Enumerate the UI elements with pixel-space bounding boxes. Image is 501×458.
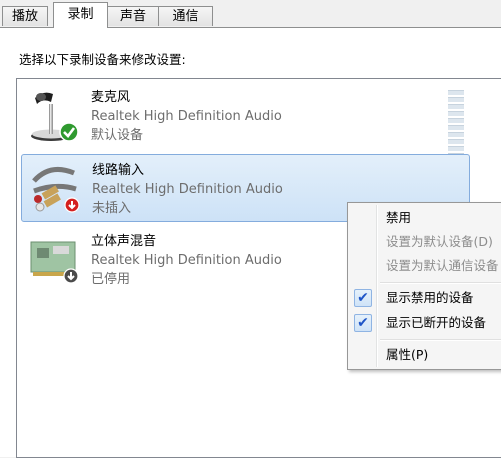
- device-name: 立体声混音: [91, 234, 157, 249]
- menu-item-disable[interactable]: 禁用: [350, 207, 501, 229]
- level-meter: [448, 90, 464, 158]
- checkmark-icon: ✔: [354, 314, 372, 332]
- menu-item-properties[interactable]: 属性(P): [350, 344, 501, 366]
- checkmark-icon: ✔: [354, 289, 372, 307]
- menu-item-show-disabled[interactable]: ✔ 显示禁用的设备: [350, 287, 501, 309]
- tab-playback[interactable]: 播放: [2, 6, 48, 26]
- menu-item-label: 设置为默认设备(D): [386, 234, 493, 249]
- unplugged-arrow-icon: [64, 197, 80, 213]
- tab-strip: 播放 录制 声音 通信: [0, 0, 501, 28]
- device-driver: Realtek High Definition Audio: [91, 109, 282, 124]
- menu-item-label: 属性(P): [386, 347, 429, 362]
- tab-recording[interactable]: 录制: [53, 2, 108, 28]
- menu-separator: [380, 339, 501, 341]
- disabled-arrow-icon: [63, 268, 79, 284]
- menu-item-label: 设置为默认通信设备: [386, 258, 499, 273]
- context-menu: 禁用 设置为默认设备(D) 设置为默认通信设备 ✔ 显示禁用的设备 ✔ 显示已断…: [347, 202, 501, 370]
- device-driver: Realtek High Definition Audio: [92, 182, 283, 197]
- menu-item-set-default[interactable]: 设置为默认设备(D): [350, 231, 501, 253]
- menu-separator: [380, 282, 501, 284]
- menu-item-label: 显示禁用的设备: [386, 290, 474, 305]
- menu-gutter: [376, 205, 378, 367]
- device-status: 默认设备: [91, 128, 144, 143]
- device-status: 已停用: [91, 272, 131, 287]
- menu-item-show-disconnected[interactable]: ✔ 显示已断开的设备: [350, 312, 501, 334]
- device-driver: Realtek High Definition Audio: [91, 253, 282, 268]
- microphone-icon: [29, 88, 81, 144]
- menu-item-set-default-comm[interactable]: 设置为默认通信设备: [350, 255, 501, 277]
- menu-item-label: 显示已断开的设备: [386, 315, 487, 330]
- tab-sounds[interactable]: 声音: [107, 6, 159, 26]
- device-name: 麦克风: [91, 90, 131, 105]
- line-in-cable-icon: [30, 161, 82, 217]
- device-name: 线路输入: [92, 163, 145, 178]
- sound-card-icon: [29, 232, 81, 288]
- tab-communications[interactable]: 通信: [158, 6, 213, 26]
- device-status: 未插入: [92, 201, 132, 216]
- instruction-text: 选择以下录制设备来修改设置:: [19, 52, 186, 67]
- device-item-microphone[interactable]: 麦克风 Realtek High Definition Audio 默认设备: [21, 82, 470, 150]
- default-checkmark-icon: [59, 122, 79, 142]
- menu-item-label: 禁用: [386, 210, 412, 225]
